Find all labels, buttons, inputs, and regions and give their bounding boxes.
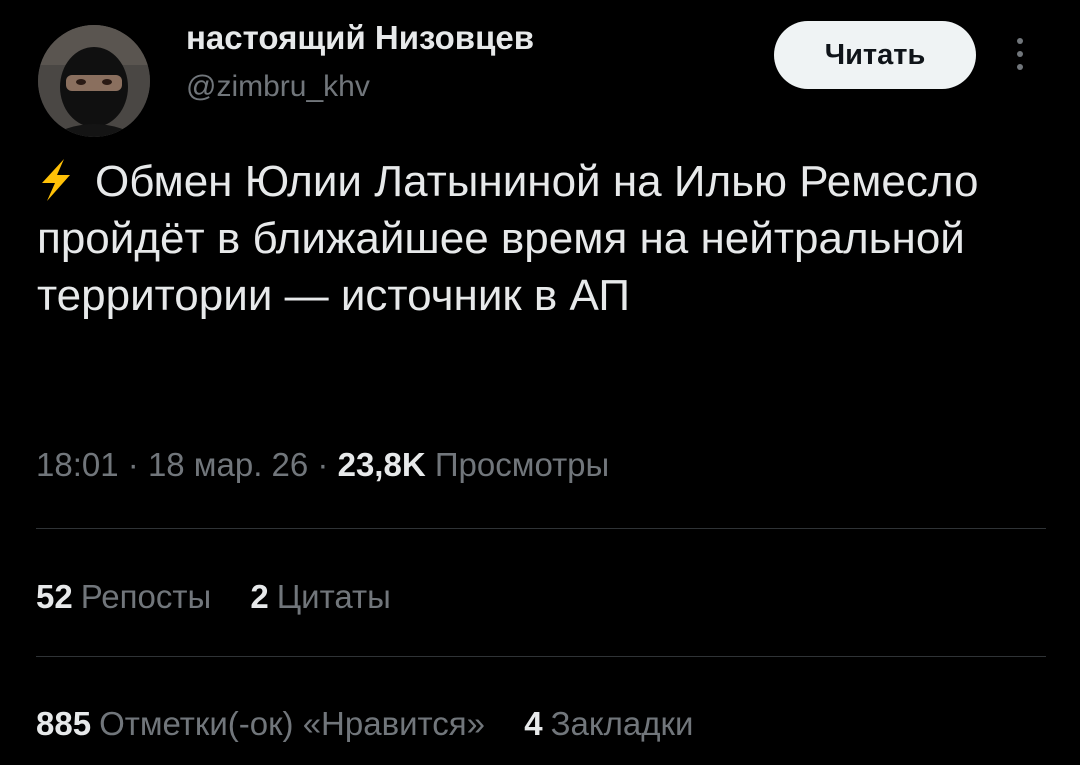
likes-label: Отметки(-ок) «Нравится»: [99, 705, 486, 742]
likes-count: 885: [36, 705, 92, 742]
lightning-bolt-icon: [42, 159, 70, 201]
reposts-label: Репосты: [80, 578, 212, 615]
author-display-name[interactable]: настоящий Низовцев: [186, 19, 534, 57]
author-handle[interactable]: @zimbru_khv: [186, 70, 370, 104]
engagement-row-reposts: 52 Репосты 2 Цитаты: [36, 578, 421, 616]
views-label: Просмотры: [434, 446, 610, 483]
bookmarks-count: 4: [524, 705, 543, 742]
quotes-count: 2: [250, 578, 269, 615]
avatar[interactable]: [38, 25, 150, 137]
engagement-row-likes: 885 Отметки(-ок) «Нравится» 4 Закладки: [36, 705, 723, 743]
meta-separator: ·: [317, 446, 329, 483]
more-options-icon[interactable]: [1008, 34, 1032, 74]
bookmarks-stat[interactable]: 4 Закладки: [524, 705, 693, 742]
follow-button[interactable]: Читать: [774, 21, 976, 89]
tweet-time[interactable]: 18:01: [36, 446, 119, 483]
avatar-image: [38, 25, 150, 137]
bookmarks-label: Закладки: [550, 705, 694, 742]
reposts-count: 52: [36, 578, 73, 615]
tweet-detail: настоящий Низовцев @zimbru_khv Читать Об…: [0, 0, 1080, 765]
tweet-text: Обмен Юлии Латыниной на Илью Ремесло про…: [37, 153, 1047, 324]
tweet-meta: 18:01 · 18 мар. 26 · 23,8K Просмотры: [36, 446, 609, 484]
likes-stat[interactable]: 885 Отметки(-ок) «Нравится»: [36, 705, 485, 742]
divider: [36, 528, 1046, 529]
reposts-stat[interactable]: 52 Репосты: [36, 578, 211, 615]
tweet-body: Обмен Юлии Латыниной на Илью Ремесло про…: [37, 157, 979, 320]
quotes-stat[interactable]: 2 Цитаты: [250, 578, 390, 615]
views-count: 23,8K: [337, 446, 426, 483]
meta-separator: ·: [127, 446, 139, 483]
divider: [36, 656, 1046, 657]
tweet-date[interactable]: 18 мар. 26: [148, 446, 308, 483]
quotes-label: Цитаты: [276, 578, 391, 615]
